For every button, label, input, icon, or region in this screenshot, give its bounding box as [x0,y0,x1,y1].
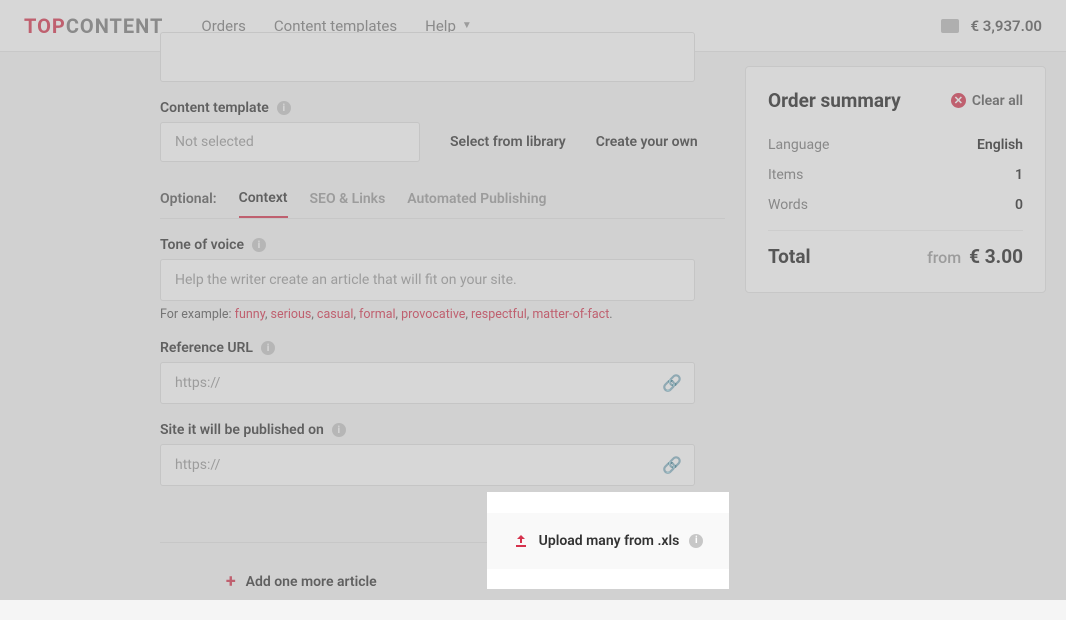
header-right: € 3,937.00 [941,17,1043,35]
refurl-label: Reference URL [160,340,253,356]
upload-xls-label: Upload many from .xls [539,533,680,549]
close-icon: ✕ [951,93,966,108]
create-your-own-button[interactable]: Create your own [596,134,698,150]
total-from: from [927,248,961,267]
summary-words-label: Words [768,197,808,213]
link-icon: 🔗 [662,456,682,475]
highlight-inner: Upload many from .xls i [487,492,729,589]
tone-label-row: Tone of voice i [160,237,725,253]
order-summary-card: Order summary ✕ Clear all Language Engli… [745,66,1046,293]
summary-items: Items 1 [768,160,1023,190]
tab-context[interactable]: Context [239,190,288,218]
summary-words: Words 0 [768,190,1023,220]
top-select[interactable] [160,32,695,82]
order-summary-head: Order summary ✕ Clear all [768,89,1023,112]
reference-url-input[interactable]: https:// 🔗 [160,362,695,404]
tone-label: Tone of voice [160,237,244,253]
summary-language: Language English [768,130,1023,160]
total-label: Total [768,245,811,268]
clear-all-label: Clear all [972,93,1023,109]
logo-red: TOP [24,14,66,38]
wallet-icon [941,19,959,33]
info-icon[interactable]: i [252,238,266,252]
clear-all-button[interactable]: ✕ Clear all [951,93,1023,109]
summary-items-value: 1 [1015,167,1023,183]
tone-input[interactable]: Help the writer create an article that w… [160,259,695,301]
tab-seo-links[interactable]: SEO & Links [310,191,386,217]
summary-total: Total from € 3.00 [768,245,1023,268]
upload-xls-button[interactable]: Upload many from .xls i [487,513,729,569]
plus-icon: + [226,571,236,592]
content-template-label: Content template [160,100,269,116]
add-one-more-label: Add one more article [246,574,377,590]
upload-icon [513,533,529,549]
logo[interactable]: TOPCONTENT [24,14,163,38]
top-select-row [160,32,725,82]
total-right: from € 3.00 [927,245,1023,268]
summary-items-label: Items [768,167,803,183]
example-funny[interactable]: funny [235,307,265,322]
template-row: Not selected Select from library Create … [160,122,725,162]
example-matter-of-fact[interactable]: matter-of-fact [532,307,609,322]
tabs: Optional: Context SEO & Links Automated … [160,190,725,219]
info-icon[interactable]: i [689,534,703,548]
refurl-placeholder: https:// [175,375,220,391]
example-respectful[interactable]: respectful [471,307,527,322]
summary-language-label: Language [768,137,829,153]
site-url-input[interactable]: https:// 🔗 [160,444,695,486]
example-formal[interactable]: formal [359,307,396,322]
summary-words-value: 0 [1015,197,1023,213]
site-placeholder: https:// [175,457,220,473]
example-casual[interactable]: casual [317,307,354,322]
logo-grey: CONTENT [66,14,164,38]
site-label-row: Site it will be published on i [160,422,725,438]
tab-automated-publishing[interactable]: Automated Publishing [407,191,546,217]
summary-column: Order summary ✕ Clear all Language Engli… [745,52,1046,620]
order-summary-title: Order summary [768,89,901,112]
example-serious[interactable]: serious [271,307,312,322]
link-icon: 🔗 [662,374,682,393]
refurl-label-row: Reference URL i [160,340,725,356]
summary-language-value: English [977,137,1023,153]
separator [768,230,1023,231]
template-placeholder: Not selected [175,134,254,150]
add-one-more-button[interactable]: + Add one more article [160,543,443,620]
highlight-cutout: Upload many from .xls i [487,492,729,589]
select-from-library-button[interactable]: Select from library [450,134,566,150]
total-value: € 3.00 [969,245,1023,268]
info-icon[interactable]: i [261,341,275,355]
balance: € 3,937.00 [971,17,1043,35]
chevron-down-icon: ▼ [462,20,472,31]
info-icon[interactable]: i [277,101,291,115]
tone-examples: For example: funny, serious, casual, for… [160,307,725,322]
tabs-optional-label: Optional: [160,191,217,217]
example-provocative[interactable]: provocative [401,307,465,322]
site-label: Site it will be published on [160,422,324,438]
tone-placeholder: Help the writer create an article that w… [175,272,517,288]
template-select[interactable]: Not selected [160,122,420,162]
info-icon[interactable]: i [332,423,346,437]
content-template-label-row: Content template i [160,100,725,116]
example-prefix: For example: [160,307,235,322]
